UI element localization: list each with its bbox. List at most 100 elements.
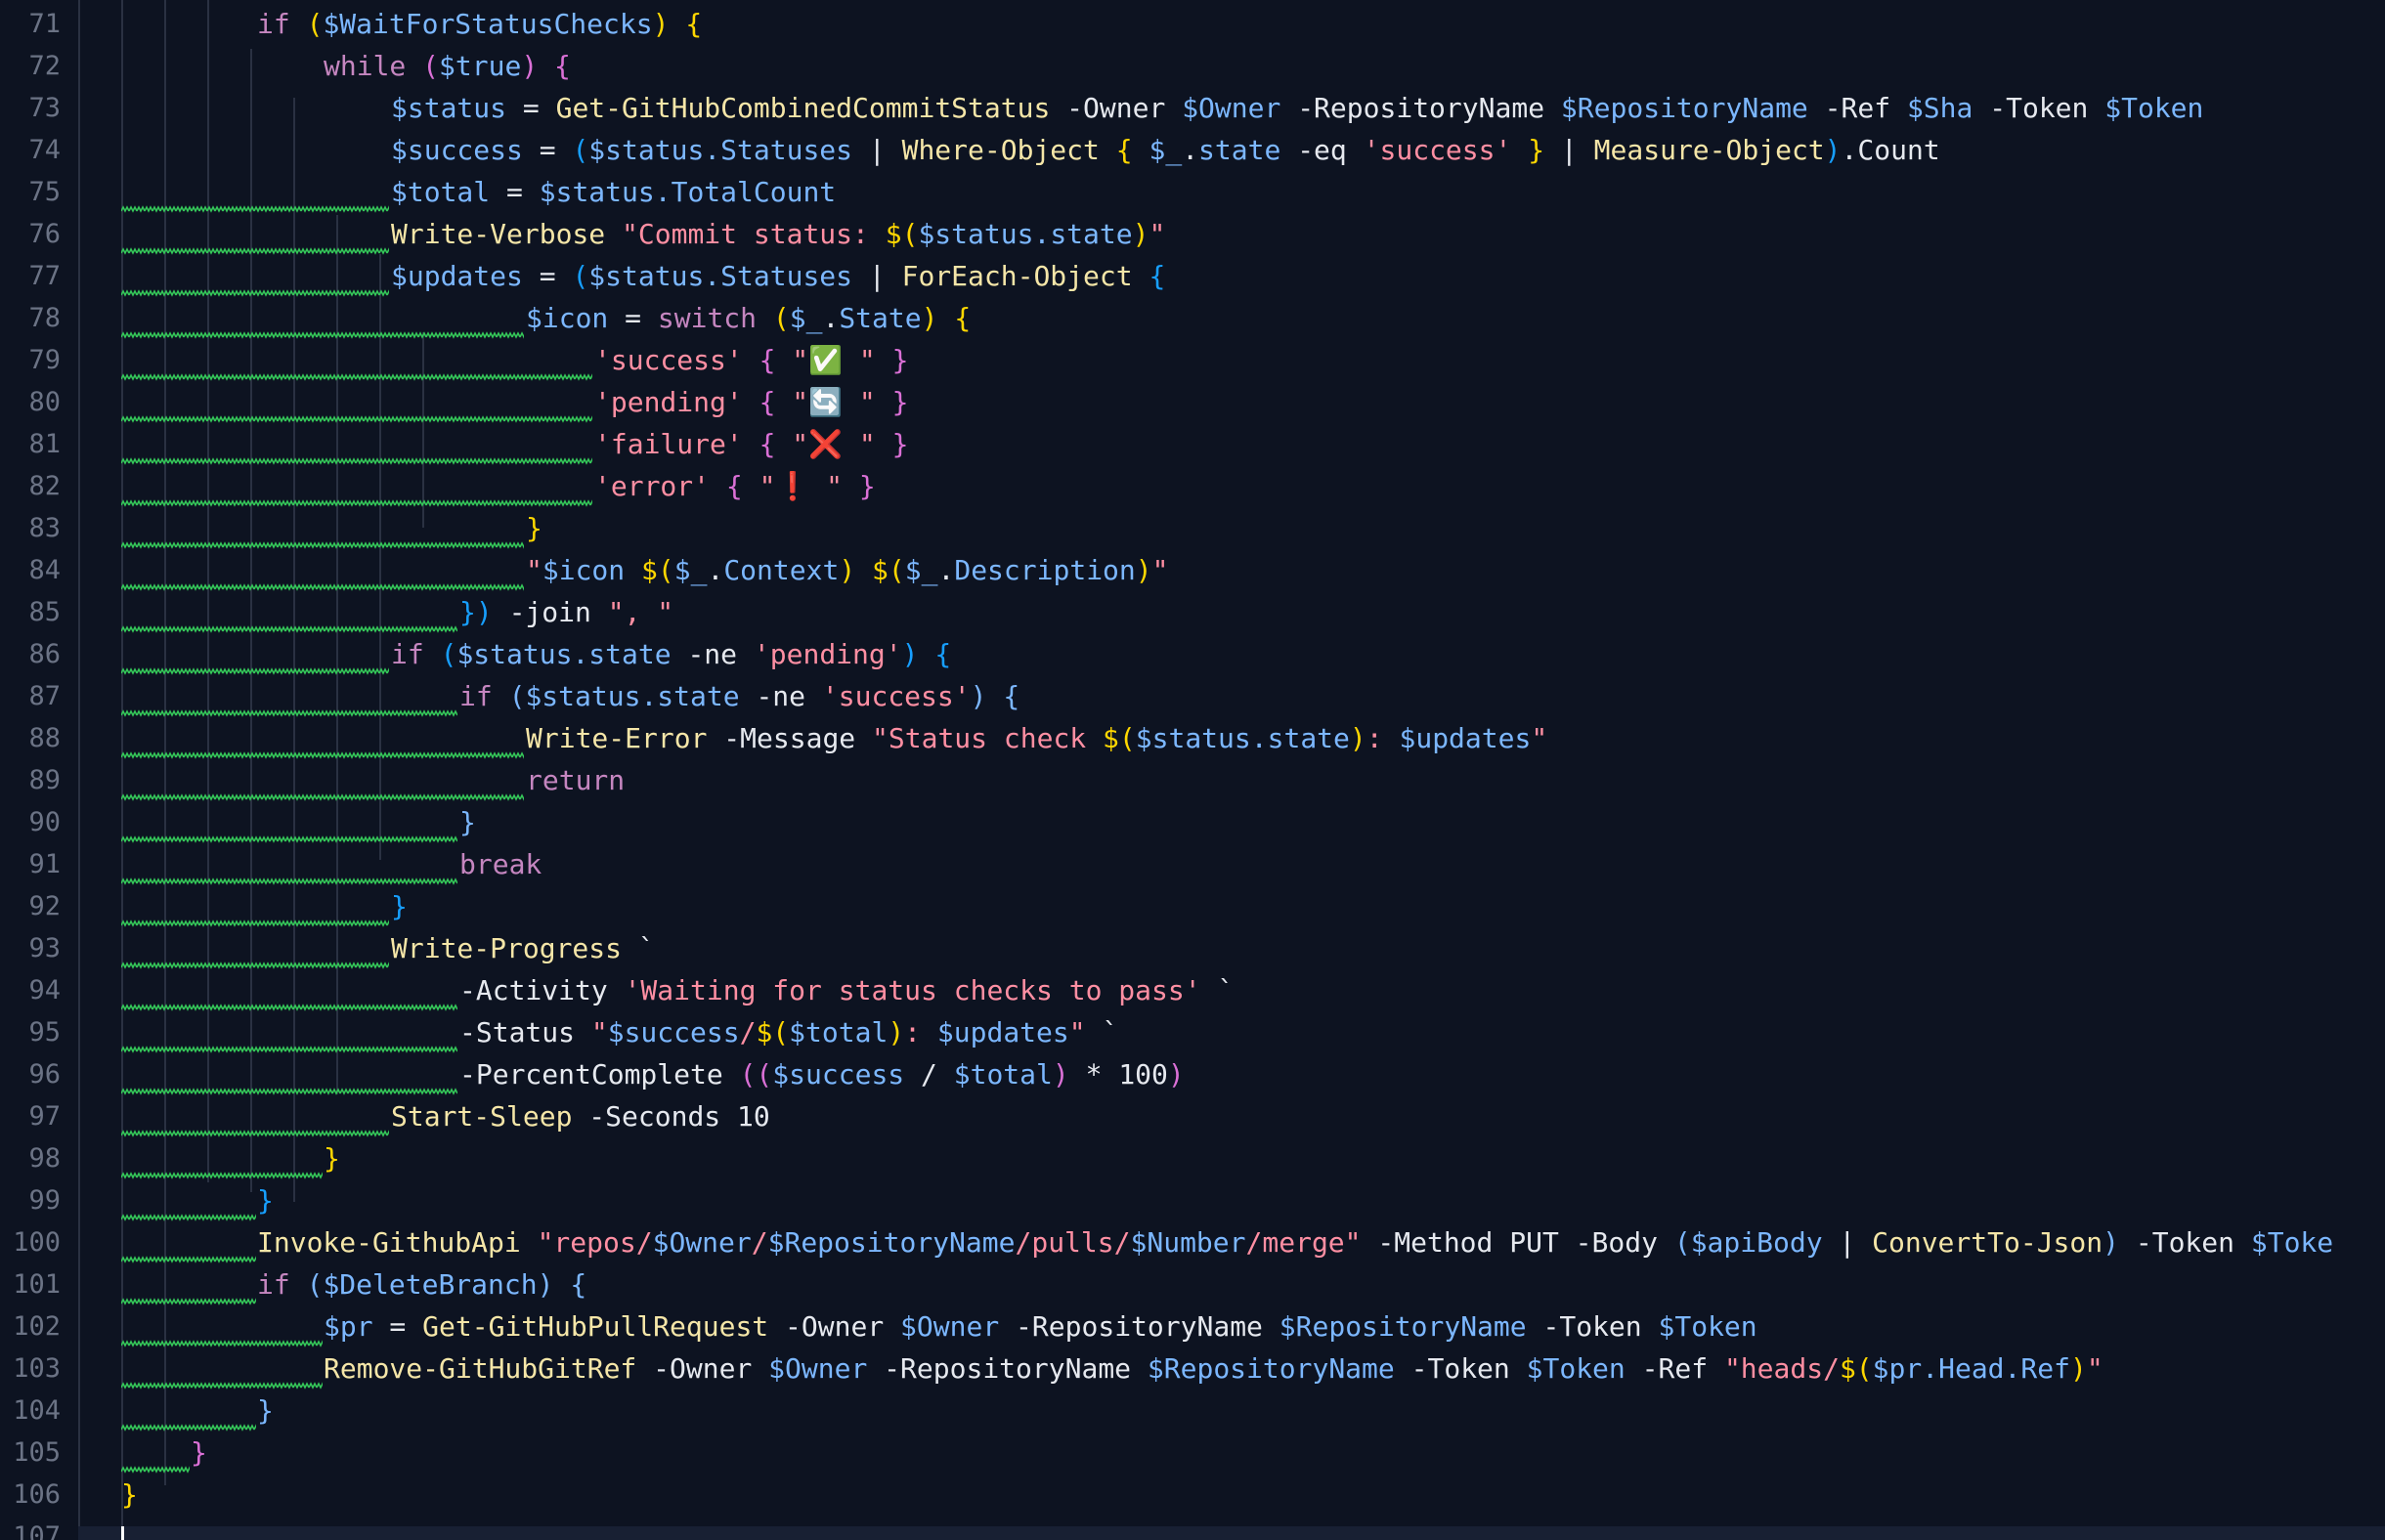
warning-squiggle [121,835,457,844]
line-number: 96 [28,1059,61,1091]
warning-squiggle [121,289,389,298]
code-line[interactable]: 88 Write-Error -Message "Status check $(… [0,717,2385,760]
code-line[interactable]: 82 'error' { "❗ " } [0,465,2385,508]
line-number: 77 [28,261,61,292]
code-text: if ($status.state -ne 'pending') { [391,638,952,671]
code-text: Start-Sleep -Seconds 10 [391,1100,770,1134]
line-number: 107 [13,1521,61,1540]
code-text: } [257,1394,274,1428]
code-line[interactable]: 107 [0,1516,2385,1540]
code-line[interactable]: 95 -Status "$success/$($total): $updates… [0,1011,2385,1054]
warning-squiggle [121,709,457,718]
warning-squiggle [121,583,524,592]
warning-squiggle [121,1256,256,1264]
code-text: if ($DeleteBranch) { [257,1268,587,1302]
line-number: 83 [28,513,61,544]
warning-squiggle [121,1004,457,1012]
warning-squiggle [121,373,592,382]
line-number: 80 [28,387,61,418]
code-line[interactable]: 86 if ($status.state -ne 'pending') { [0,633,2385,676]
line-number: 105 [13,1437,61,1469]
line-number: 91 [28,849,61,880]
code-line[interactable]: 89 return [0,759,2385,802]
code-line[interactable]: 83 } [0,507,2385,550]
line-number: 72 [28,51,61,82]
code-editor[interactable]: 71 if ($WaitForStatusChecks) { 72 while … [0,0,2385,1540]
code-line[interactable]: 100 Invoke-GithubApi "repos/$Owner/$Repo… [0,1221,2385,1264]
code-line[interactable]: 78 $icon = switch ($_.State) { [0,297,2385,340]
code-line[interactable]: 102 $pr = Get-GitHubPullRequest -Owner $… [0,1305,2385,1348]
code-line[interactable]: 84 "$icon $($_.Context) $($_.Description… [0,549,2385,592]
line-number: 99 [28,1185,61,1217]
code-line[interactable]: 81 'failure' { "❌ " } [0,423,2385,466]
line-number: 97 [28,1101,61,1133]
warning-squiggle [121,205,389,214]
warning-squiggle [121,1382,323,1390]
code-line[interactable]: 72 while ($true) { [0,45,2385,87]
line-number: 74 [28,135,61,166]
code-line[interactable]: 101 if ($DeleteBranch) { [0,1263,2385,1306]
code-text: Remove-GitHubGitRef -Owner $Owner -Repos… [324,1352,2103,1386]
code-line[interactable]: 71 if ($WaitForStatusChecks) { [0,3,2385,45]
code-line[interactable]: 80 'pending' { "🔄 " } [0,381,2385,424]
line-number: 84 [28,555,61,586]
code-line[interactable]: 93 Write-Progress ` [0,927,2385,970]
line-number: 85 [28,597,61,628]
line-number: 73 [28,93,61,124]
code-line[interactable]: 87 if ($status.state -ne 'success') { [0,675,2385,718]
code-line[interactable]: 76 Write-Verbose "Commit status: $($stat… [0,213,2385,256]
code-line[interactable]: 94 -Activity 'Waiting for status checks … [0,969,2385,1012]
code-line[interactable]: 105 } [0,1432,2385,1475]
warning-squiggle [121,541,524,550]
warning-squiggle [121,1172,323,1180]
line-number: 104 [13,1395,61,1427]
code-text: if ($status.state -ne 'success') { [459,680,1020,713]
warning-squiggle [121,667,389,676]
warning-squiggle [121,499,592,508]
code-line[interactable]: 75 $total = $status.TotalCount [0,171,2385,214]
warning-squiggle [121,625,457,634]
code-line[interactable]: 98 } [0,1137,2385,1180]
code-line[interactable]: 106 } [0,1474,2385,1516]
code-line[interactable]: 79 'success' { "✅ " } [0,339,2385,382]
code-line[interactable]: 99 } [0,1179,2385,1222]
warning-squiggle [121,1466,190,1475]
code-text: $total = $status.TotalCount [391,176,837,209]
code-text: } [459,806,476,839]
code-text: "$icon $($_.Context) $($_.Description)" [526,554,1169,587]
code-text: } [191,1436,207,1470]
line-number: 82 [28,471,61,502]
code-text: $updates = ($status.Statuses | ForEach-O… [391,260,1166,293]
code-line[interactable]: 73 $status = Get-GitHubCombinedCommitSta… [0,87,2385,129]
line-number: 87 [28,681,61,712]
code-text: 'success' { "✅ " } [594,344,909,377]
code-line[interactable]: 104 } [0,1390,2385,1433]
code-line[interactable]: 96 -PercentComplete (($success / $total)… [0,1053,2385,1096]
code-text: $success = ($status.Statuses | Where-Obj… [391,134,1940,167]
code-text: -Status "$success/$($total): $updates" ` [459,1016,1119,1049]
code-line[interactable]: 85 }) -join ", " [0,591,2385,634]
line-number: 101 [13,1269,61,1301]
code-line[interactable]: 103 Remove-GitHubGitRef -Owner $Owner -R… [0,1348,2385,1390]
line-number: 103 [13,1353,61,1385]
warning-squiggle [121,1130,389,1138]
warning-squiggle [121,415,592,424]
warning-squiggle [121,920,389,928]
code-line[interactable]: 92 } [0,885,2385,928]
code-line[interactable]: 97 Start-Sleep -Seconds 10 [0,1095,2385,1138]
code-line[interactable]: 77 $updates = ($status.Statuses | ForEac… [0,255,2385,298]
warning-squiggle [121,1340,323,1348]
warning-squiggle [121,793,524,802]
line-number: 76 [28,219,61,250]
code-text: 'failure' { "❌ " } [594,428,909,461]
warning-squiggle [121,1046,457,1054]
code-text: Write-Verbose "Commit status: $($status.… [391,218,1166,251]
line-number: 81 [28,429,61,460]
code-text: 'pending' { "🔄 " } [594,386,909,419]
line-number: 98 [28,1143,61,1175]
code-text: } [391,890,408,923]
code-line[interactable]: 91 break [0,843,2385,886]
code-line[interactable]: 90 } [0,801,2385,844]
code-text: -PercentComplete (($success / $total) * … [459,1058,1185,1091]
code-line[interactable]: 74 $success = ($status.Statuses | Where-… [0,129,2385,171]
